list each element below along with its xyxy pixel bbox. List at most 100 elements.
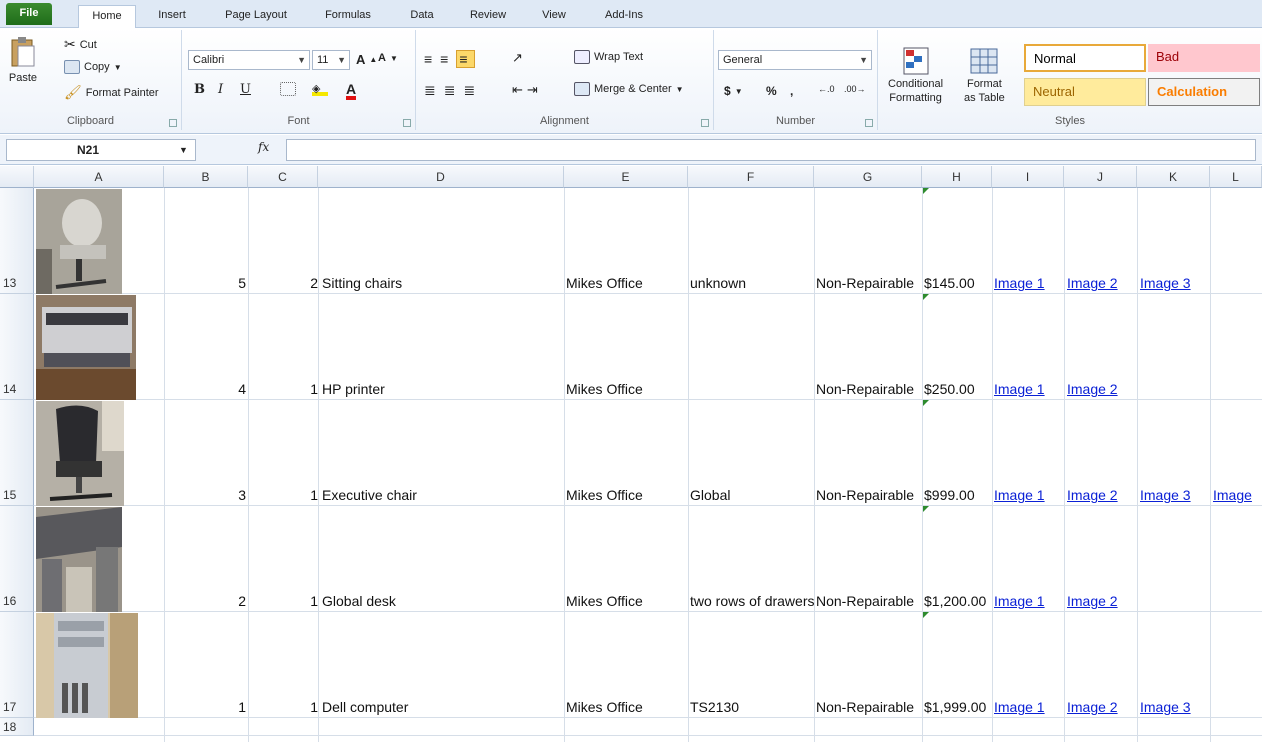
- format-painter-button[interactable]: 🖌 Format Painter: [64, 84, 159, 101]
- column-header-h[interactable]: H: [922, 166, 992, 188]
- cell-j13-link[interactable]: Image 2: [1067, 274, 1137, 292]
- alignment-launcher-icon[interactable]: [701, 119, 709, 127]
- cell-i17-link[interactable]: Image 1: [994, 698, 1064, 716]
- percent-button[interactable]: %: [766, 84, 777, 98]
- row-header-14[interactable]: 14: [0, 294, 34, 400]
- row-header-18[interactable]: 18: [0, 718, 34, 736]
- cell-l15-link[interactable]: Image: [1213, 486, 1262, 504]
- column-header-c[interactable]: C: [248, 166, 318, 188]
- style-bad[interactable]: Bad: [1148, 44, 1260, 72]
- cell-e16[interactable]: Mikes Office: [566, 592, 688, 610]
- tab-data[interactable]: Data: [402, 5, 442, 28]
- underline-button[interactable]: U: [240, 82, 251, 97]
- cell-j16-link[interactable]: Image 2: [1067, 592, 1137, 610]
- column-header-a[interactable]: A: [34, 166, 164, 188]
- merge-center-button[interactable]: Merge & Center ▼: [574, 82, 684, 96]
- sitting-chair-photo[interactable]: [36, 189, 122, 294]
- format-as-table-button[interactable]: Format as Table: [964, 46, 1005, 104]
- indent-buttons[interactable]: ⇤ ⇥: [512, 82, 538, 98]
- fill-color-button[interactable]: ◈: [312, 82, 328, 96]
- bold-button[interactable]: B: [194, 82, 205, 97]
- insert-function-button[interactable]: fx: [258, 140, 269, 154]
- error-indicator-icon[interactable]: [923, 400, 929, 406]
- cell-b13[interactable]: 5: [164, 274, 246, 292]
- column-header-i[interactable]: I: [992, 166, 1064, 188]
- column-header-l[interactable]: L: [1210, 166, 1262, 188]
- vertical-align-buttons[interactable]: ≡ ≡ ≡: [424, 50, 475, 68]
- font-launcher-icon[interactable]: [403, 119, 411, 127]
- cell-j15-link[interactable]: Image 2: [1067, 486, 1137, 504]
- row-header-17[interactable]: 17: [0, 612, 34, 718]
- cell-k13-link[interactable]: Image 3: [1140, 274, 1210, 292]
- column-header-b[interactable]: B: [164, 166, 248, 188]
- tab-page-layout[interactable]: Page Layout: [218, 5, 294, 28]
- shrink-font-button[interactable]: A ▼: [378, 52, 398, 64]
- decrease-decimal-button[interactable]: .00→: [844, 84, 866, 94]
- grow-font-button[interactable]: A ▲: [356, 52, 377, 67]
- borders-button[interactable]: [280, 82, 296, 96]
- chevron-down-icon[interactable]: ▼: [114, 63, 122, 72]
- cell-b15[interactable]: 3: [164, 486, 246, 504]
- tab-view[interactable]: View: [534, 5, 574, 28]
- cell-e15[interactable]: Mikes Office: [566, 486, 688, 504]
- column-header-g[interactable]: G: [814, 166, 922, 188]
- row-header-15[interactable]: 15: [0, 400, 34, 506]
- cell-c14[interactable]: 1: [248, 380, 318, 398]
- row-header-13[interactable]: 13: [0, 188, 34, 294]
- tab-insert[interactable]: Insert: [150, 5, 194, 28]
- style-calculation[interactable]: Calculation: [1148, 78, 1260, 106]
- tab-review[interactable]: Review: [462, 5, 514, 28]
- executive-chair-photo[interactable]: [36, 401, 124, 506]
- name-box[interactable]: N21 ▼: [6, 139, 196, 161]
- align-bottom-icon[interactable]: ≡: [456, 50, 475, 68]
- tab-formulas[interactable]: Formulas: [318, 5, 378, 28]
- cut-button[interactable]: ✂ Cut: [64, 36, 97, 53]
- cell-f13[interactable]: unknown: [690, 274, 814, 292]
- number-launcher-icon[interactable]: [865, 119, 873, 127]
- cell-k15-link[interactable]: Image 3: [1140, 486, 1210, 504]
- cell-d17[interactable]: Dell computer: [320, 698, 564, 716]
- hp-printer-photo[interactable]: [36, 295, 136, 400]
- column-header-j[interactable]: J: [1064, 166, 1137, 188]
- cell-i15-link[interactable]: Image 1: [994, 486, 1064, 504]
- copy-button[interactable]: Copy ▼: [64, 60, 122, 74]
- cell-i16-link[interactable]: Image 1: [994, 592, 1064, 610]
- clipboard-launcher-icon[interactable]: [169, 119, 177, 127]
- error-indicator-icon[interactable]: [923, 612, 929, 618]
- tab-file[interactable]: File: [6, 3, 52, 25]
- cell-h17[interactable]: $1,999.00: [924, 698, 992, 716]
- cell-g15[interactable]: Non-Repairable: [816, 486, 922, 504]
- cell-h14[interactable]: $250.00: [924, 380, 992, 398]
- error-indicator-icon[interactable]: [923, 506, 929, 512]
- cell-b16[interactable]: 2: [164, 592, 246, 610]
- chevron-down-icon[interactable]: ▼: [676, 85, 684, 94]
- cell-f17[interactable]: TS2130: [690, 698, 814, 716]
- column-header-d[interactable]: D: [318, 166, 564, 188]
- cell-g17[interactable]: Non-Repairable: [816, 698, 922, 716]
- cell-d14[interactable]: HP printer: [320, 380, 564, 398]
- row-header-16[interactable]: 16: [0, 506, 34, 612]
- cell-e14[interactable]: Mikes Office: [566, 380, 688, 398]
- increase-decimal-button[interactable]: ←.0: [818, 84, 835, 94]
- italic-button[interactable]: I: [218, 82, 223, 97]
- cell-j14-link[interactable]: Image 2: [1067, 380, 1137, 398]
- orientation-button[interactable]: ↗: [512, 50, 523, 66]
- number-format-select[interactable]: General ▼: [718, 50, 872, 70]
- cell-e13[interactable]: Mikes Office: [566, 274, 688, 292]
- style-normal[interactable]: Normal: [1024, 44, 1146, 72]
- style-neutral[interactable]: Neutral: [1024, 78, 1146, 106]
- horizontal-align-buttons[interactable]: ≣ ≣ ≣: [424, 82, 479, 99]
- error-indicator-icon[interactable]: [923, 188, 929, 194]
- column-header-f[interactable]: F: [688, 166, 814, 188]
- cell-f16[interactable]: two rows of drawers: [690, 592, 814, 610]
- column-header-e[interactable]: E: [564, 166, 688, 188]
- comma-button[interactable]: ,: [790, 84, 793, 98]
- wrap-text-button[interactable]: Wrap Text: [574, 50, 643, 64]
- conditional-formatting-button[interactable]: Conditional Formatting: [888, 46, 943, 104]
- cell-c17[interactable]: 1: [248, 698, 318, 716]
- cell-i13-link[interactable]: Image 1: [994, 274, 1064, 292]
- cell-b14[interactable]: 4: [164, 380, 246, 398]
- formula-input[interactable]: [286, 139, 1256, 161]
- dell-computer-photo[interactable]: [36, 613, 138, 718]
- cell-f15[interactable]: Global: [690, 486, 814, 504]
